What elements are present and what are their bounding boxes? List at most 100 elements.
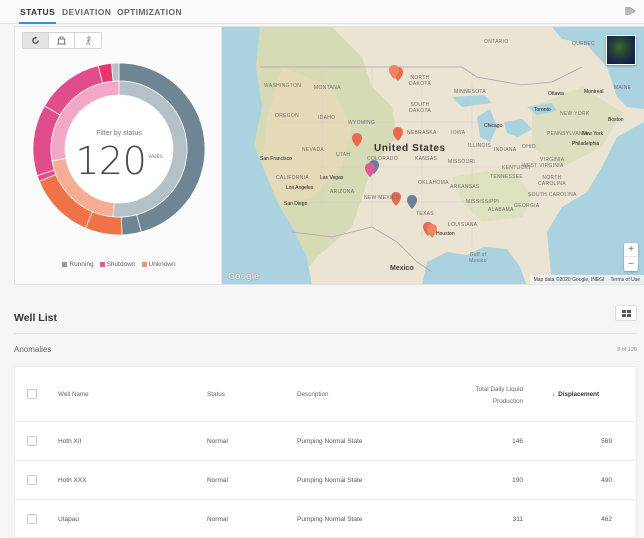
well-status: Normal [207, 477, 228, 484]
tab-status[interactable]: STATUS [18, 7, 57, 24]
zoom-control: + − [624, 243, 638, 271]
map-label: TENNESSEE [490, 174, 523, 180]
map-city: San Francisco [260, 156, 292, 162]
terms-link[interactable]: Terms of Use [611, 277, 640, 283]
well-status: Normal [207, 516, 228, 523]
sort-down-icon: ↓ [552, 391, 556, 398]
well-name: Hoth XII [58, 438, 82, 445]
well-name: Utapau [58, 516, 79, 523]
oil-pump-icon[interactable] [49, 33, 75, 48]
map-label: SOUTH DAKOTA [409, 102, 431, 114]
map-label: NEW MEXICO [364, 195, 400, 201]
map-label: IOWA [451, 130, 466, 136]
anomalies-section-label: Anomalies [14, 345, 52, 354]
divider [14, 333, 637, 334]
satellite-view-toggle[interactable] [606, 35, 636, 65]
map-label: OKLAHOMA [418, 180, 449, 186]
map-label: UTAH [336, 152, 351, 158]
map-city: Ottawa [548, 91, 564, 97]
map-city: Montreal [584, 89, 604, 95]
col-status[interactable]: Status [207, 391, 225, 398]
well-count-value: 120 [75, 139, 147, 183]
grid-view-button[interactable] [615, 305, 637, 321]
row-checkbox[interactable] [27, 436, 37, 446]
tab-optimization[interactable]: OPTIMIZATION [117, 7, 182, 17]
map-label: TEXAS [416, 211, 434, 217]
map-label: OHIO [522, 144, 536, 150]
well-description: Pumping Normal State [297, 438, 363, 445]
well-list-title: Well List [14, 312, 57, 324]
map-label: KANSAS [415, 156, 438, 162]
table-row[interactable]: Utapau Normal Pumping Normal State 311 4… [15, 500, 636, 537]
well-count: 120 wells [15, 141, 223, 181]
map-label: OREGON [275, 113, 300, 119]
map-city: Houston [436, 231, 455, 237]
map-label: ARKANSAS [450, 184, 480, 190]
well-map[interactable]: ONTARIO QUEBEC WASHINGTON MONTANA NORTH … [222, 26, 644, 285]
map-label: SOUTH CAROLINA [528, 192, 577, 198]
person-icon[interactable] [75, 33, 101, 48]
select-all-checkbox[interactable] [27, 389, 37, 399]
well-name: Hoth XXX [58, 477, 87, 484]
col-displacement[interactable]: ↓ Displacement [552, 391, 599, 398]
well-status: Normal [207, 438, 228, 445]
map-label: WYOMING [348, 120, 376, 126]
map-label: MISSOURI [448, 159, 476, 165]
map-label: COLORADO [367, 156, 399, 162]
well-count-unit: wells [148, 153, 163, 160]
well-production: 146 [512, 438, 523, 445]
status-panel: Filter by status 120 wells Running Shutd… [14, 26, 222, 285]
filter-label: Filter by status [96, 130, 142, 137]
map-label: GEORGIA [514, 203, 540, 209]
col-total-daily-liquid-production[interactable]: Total Daily Liquid Production [455, 384, 523, 408]
map-country-mexico: Mexico [390, 265, 414, 272]
status-legend: Running Shutdown Unknown [15, 261, 223, 268]
top-tab-bar: STATUS DEVIATION OPTIMIZATION [0, 0, 644, 24]
well-table: Well Name Status Description Total Daily… [14, 366, 637, 538]
col-well-name[interactable]: Well Name [58, 391, 89, 398]
map-label: MISSISSIPPI [466, 199, 500, 205]
legend-unknown[interactable]: Unknown [141, 261, 176, 268]
well-production: 311 [512, 516, 523, 523]
row-checkbox[interactable] [27, 475, 37, 485]
tab-deviation[interactable]: DEVIATION [62, 7, 111, 17]
well-displacement: 490 [601, 477, 612, 484]
google-logo: Google [228, 271, 259, 281]
map-label: ILLINOIS [468, 143, 491, 149]
table-header: Well Name Status Description Total Daily… [15, 367, 636, 422]
legend-shutdown[interactable]: Shutdown [99, 261, 136, 268]
map-label: QUEBEC [572, 41, 595, 47]
map-label: NEVADA [302, 147, 324, 153]
refresh-icon[interactable] [23, 33, 49, 48]
tag-icon[interactable] [624, 6, 636, 16]
map-attribution: Map data ©2020 Google, INEGI Terms of Us… [529, 275, 644, 284]
well-production: 190 [512, 477, 523, 484]
map-label: IDAHO [318, 115, 336, 121]
map-label: LOUISIANA [448, 222, 478, 228]
row-checkbox[interactable] [27, 514, 37, 524]
well-description: Pumping Normal State [297, 516, 363, 523]
grid-icon [621, 309, 631, 317]
table-row[interactable]: Hoth XII Normal Pumping Normal State 146… [15, 422, 636, 461]
donut-slice-running[interactable] [111, 63, 120, 82]
col-description[interactable]: Description [297, 391, 329, 398]
map-label: NEW YORK [560, 111, 590, 117]
well-description: Pumping Normal State [297, 477, 363, 484]
well-displacement: 462 [601, 516, 612, 523]
map-label: ARIZONA [330, 189, 355, 195]
map-label: INDIANA [494, 147, 517, 153]
map-city: San Diego [284, 201, 308, 207]
map-label: Gulf of Mexico [469, 252, 487, 264]
map-label: NORTH CAROLINA [538, 175, 566, 187]
map-city: Chicago [484, 123, 503, 129]
zoom-in-button[interactable]: + [624, 243, 638, 257]
map-city: Las Vegas [320, 175, 344, 181]
table-row[interactable]: Hoth XXX Normal Pumping Normal State 190… [15, 461, 636, 500]
zoom-out-button[interactable]: − [624, 257, 638, 271]
map-label: MAINE [614, 85, 632, 91]
map-label: ALABAMA [488, 207, 514, 213]
map-city: Boston [608, 117, 624, 123]
map-label: NEBRASKA [407, 130, 437, 136]
map-label: WASHINGTON [264, 83, 302, 89]
legend-running[interactable]: Running [62, 261, 94, 268]
